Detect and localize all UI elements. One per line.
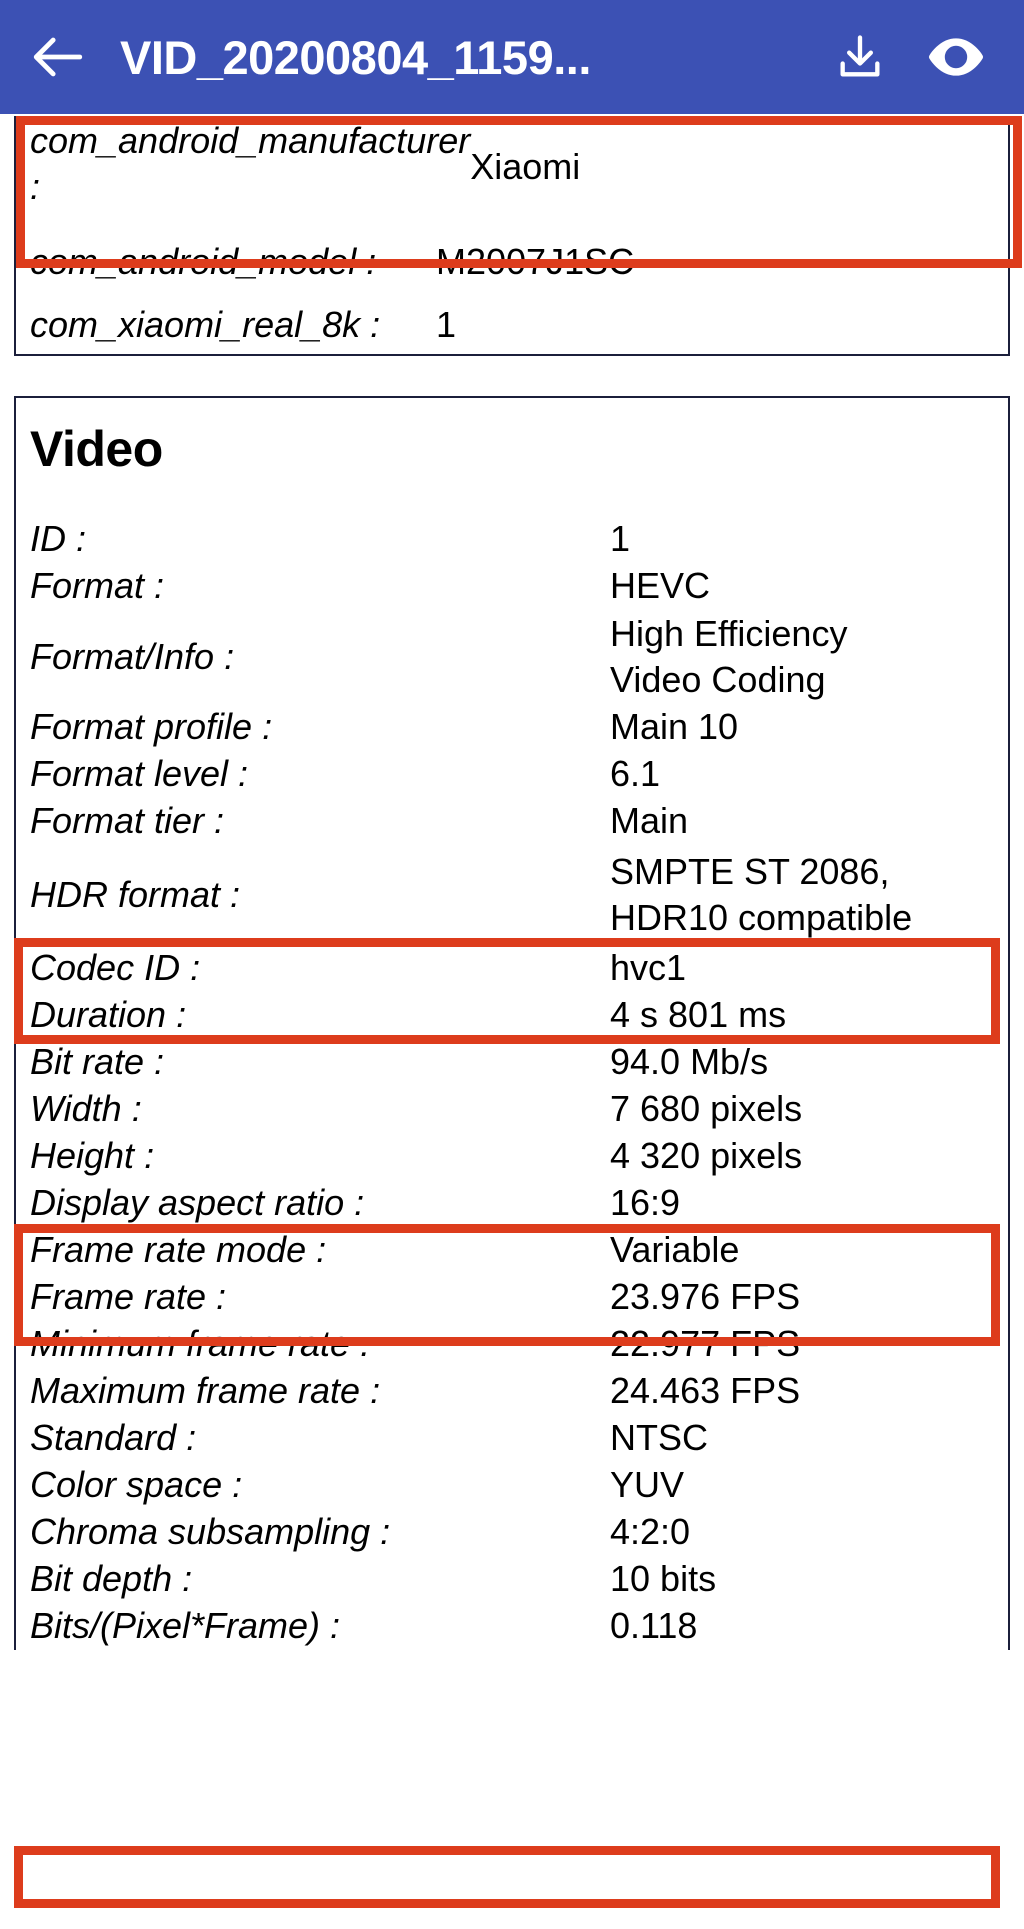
- row-value: Main 10: [610, 706, 739, 748]
- row-value: 23.976 FPS: [610, 1276, 801, 1318]
- view-toggle-button[interactable]: [920, 21, 992, 93]
- highlight-box-bit-depth: [14, 1846, 1000, 1908]
- video-rows: ID : 1 Format : HEVC Format/Info : High …: [16, 488, 1008, 1650]
- app-bar-actions: [824, 21, 992, 93]
- table-row: Format profile : Main 10: [16, 704, 1008, 751]
- row-value: 1: [610, 518, 631, 560]
- video-card: Video ID : 1 Format : HEVC Format/Info :…: [14, 396, 1010, 1650]
- table-row: Format tier : Main: [16, 798, 1008, 845]
- row-label: Width :: [30, 1088, 142, 1130]
- row-value: 0.118: [610, 1605, 698, 1647]
- table-row: Frame rate mode : Variable: [16, 1227, 1008, 1274]
- row-value: High Efficiency Video Coding: [606, 611, 1008, 703]
- table-row-height: Height : 4 320 pixels: [16, 1133, 1008, 1180]
- table-row-hdr-format: HDR format : SMPTE ST 2086, HDR10 compat…: [16, 845, 1008, 945]
- row-label: Color space :: [30, 1464, 243, 1506]
- table-row: com_android_manufacturer : Xiaomi: [16, 118, 1008, 228]
- table-row: Color space : YUV: [16, 1462, 1008, 1509]
- row-label: Format profile :: [30, 706, 273, 748]
- row-label: Bit rate :: [30, 1041, 165, 1083]
- row-label: HDR format :: [30, 873, 241, 915]
- table-row: Codec ID : hvc1: [16, 945, 1008, 992]
- page-title: VID_20200804_1159...: [120, 33, 591, 81]
- table-row: Frame rate : 23.976 FPS: [16, 1274, 1008, 1321]
- row-value: NTSC: [610, 1417, 708, 1459]
- table-row: com_android_model : M2007J1SC: [16, 228, 1008, 296]
- row-value: 22.977 FPS: [610, 1323, 801, 1365]
- row-label: Bit depth :: [30, 1558, 193, 1600]
- media-info-content: com_android_manufacturer : Xiaomi com_an…: [0, 116, 1024, 1650]
- row-value: Xiaomi: [470, 146, 581, 187]
- row-label: Codec ID :: [30, 947, 201, 989]
- row-value: 24.463 FPS: [610, 1370, 801, 1412]
- row-label: Chroma subsampling :: [30, 1511, 391, 1553]
- table-row: Minimum frame rate : 22.977 FPS: [16, 1321, 1008, 1368]
- table-row: Bit rate : 94.0 Mb/s: [16, 1039, 1008, 1086]
- table-row: Chroma subsampling : 4:2:0: [16, 1509, 1008, 1556]
- row-label: Frame rate mode :: [30, 1229, 327, 1271]
- row-value: hvc1: [610, 947, 687, 989]
- row-value: YUV: [610, 1464, 685, 1506]
- row-value: 4:2:0: [610, 1511, 691, 1553]
- row-label: Height :: [30, 1135, 155, 1177]
- table-row-bit-depth: Bit depth : 10 bits: [16, 1556, 1008, 1603]
- table-row: Standard : NTSC: [16, 1415, 1008, 1462]
- row-value: 1: [436, 303, 457, 345]
- row-label: Format/Info :: [30, 635, 235, 677]
- row-value: 4 320 pixels: [610, 1135, 803, 1177]
- row-value: Main: [610, 800, 689, 842]
- row-label: com_xiaomi_real_8k :: [30, 303, 381, 345]
- row-value: SMPTE ST 2086, HDR10 compatible: [606, 849, 1008, 941]
- table-row: Duration : 4 s 801 ms: [16, 992, 1008, 1039]
- row-value: 6.1: [610, 753, 661, 795]
- general-tags-card: com_android_manufacturer : Xiaomi com_an…: [14, 116, 1010, 356]
- row-value-line: High Efficiency: [610, 612, 848, 654]
- row-value: 10 bits: [610, 1558, 717, 1600]
- row-label: Format :: [30, 565, 165, 607]
- table-row-width: Width : 7 680 pixels: [16, 1086, 1008, 1133]
- row-label: Frame rate :: [30, 1276, 227, 1318]
- row-label: Standard :: [30, 1417, 197, 1459]
- table-row: Maximum frame rate : 24.463 FPS: [16, 1368, 1008, 1415]
- table-row: Format/Info : High Efficiency Video Codi…: [16, 610, 1008, 704]
- table-row: com_xiaomi_real_8k : 1: [16, 296, 1008, 354]
- row-value-line: HDR10 compatible: [610, 897, 913, 938]
- row-label: Display aspect ratio :: [30, 1182, 365, 1224]
- table-row: ID : 1: [16, 516, 1008, 563]
- row-value-line: Video Coding: [610, 659, 826, 700]
- row-label: com_android_manufacturer :: [30, 120, 471, 208]
- table-row: Format level : 6.1: [16, 751, 1008, 798]
- video-card-title: Video: [30, 421, 163, 477]
- arrow-left-icon: [29, 28, 87, 86]
- row-label: Minimum frame rate :: [30, 1323, 371, 1365]
- row-label: Format level :: [30, 753, 249, 795]
- table-row: Bits/(Pixel*Frame) : 0.118: [16, 1603, 1008, 1650]
- row-label: ID :: [30, 518, 87, 560]
- table-row: Format : HEVC: [16, 563, 1008, 610]
- row-label: Maximum frame rate :: [30, 1370, 381, 1412]
- row-value: 16:9: [610, 1182, 681, 1224]
- app-bar: VID_20200804_1159...: [0, 0, 1024, 114]
- back-button[interactable]: [22, 21, 94, 93]
- download-button[interactable]: [824, 21, 896, 93]
- row-value: M2007J1SC: [436, 240, 635, 282]
- eye-icon: [928, 29, 984, 85]
- general-tags-rows: com_android_manufacturer : Xiaomi com_an…: [16, 118, 1008, 354]
- table-row: Display aspect ratio : 16:9: [16, 1180, 1008, 1227]
- row-value: 4 s 801 ms: [610, 994, 787, 1036]
- row-label: Format tier :: [30, 800, 225, 842]
- row-value: Variable: [610, 1229, 740, 1271]
- row-value: 94.0 Mb/s: [610, 1041, 769, 1083]
- download-icon: [834, 31, 886, 83]
- row-label: com_android_model :: [30, 240, 377, 282]
- row-label: Bits/(Pixel*Frame) :: [30, 1605, 341, 1647]
- row-value: 7 680 pixels: [610, 1088, 803, 1130]
- row-value: HEVC: [610, 565, 711, 607]
- row-label: Duration :: [30, 994, 187, 1036]
- row-value-line: SMPTE ST 2086,: [610, 850, 890, 892]
